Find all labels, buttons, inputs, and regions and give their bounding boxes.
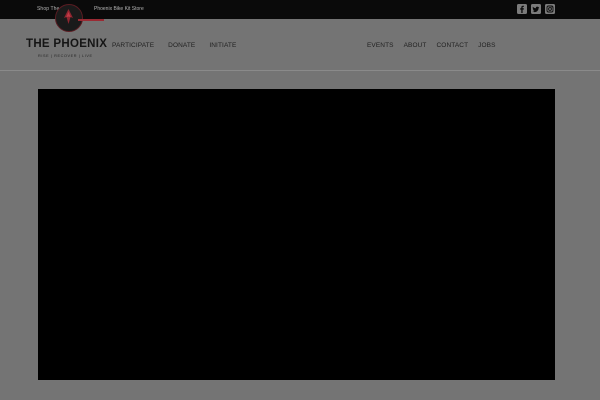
phoenix-emblem-icon[interactable] (55, 4, 83, 32)
nav-donate[interactable]: DONATE (168, 42, 195, 49)
nav-events[interactable]: EVENTS (367, 42, 394, 49)
logo-accent-line (78, 19, 104, 21)
video-player[interactable] (38, 89, 555, 380)
nav-contact[interactable]: CONTACT (437, 42, 469, 49)
facebook-icon[interactable] (517, 4, 527, 14)
logo-title[interactable]: THE PHOENIX (26, 38, 107, 50)
instagram-icon[interactable] (545, 4, 555, 14)
nav-jobs[interactable]: JOBS (478, 42, 495, 49)
social-links (517, 4, 555, 14)
nav-about[interactable]: ABOUT (404, 42, 427, 49)
primary-nav-left: PARTICIPATE DONATE INITIATE (112, 42, 236, 49)
shop-link-end[interactable]: Phoenix Bike Kit Store (94, 6, 144, 12)
nav-participate[interactable]: PARTICIPATE (112, 42, 154, 49)
logo-tagline: RISE | RECOVER | LIVE (38, 54, 93, 58)
nav-initiate[interactable]: INITIATE (209, 42, 236, 49)
top-bar: Shop The Phoenix Bike Kit Store (0, 0, 600, 19)
primary-nav-right: EVENTS ABOUT CONTACT JOBS (367, 42, 496, 49)
twitter-icon[interactable] (531, 4, 541, 14)
